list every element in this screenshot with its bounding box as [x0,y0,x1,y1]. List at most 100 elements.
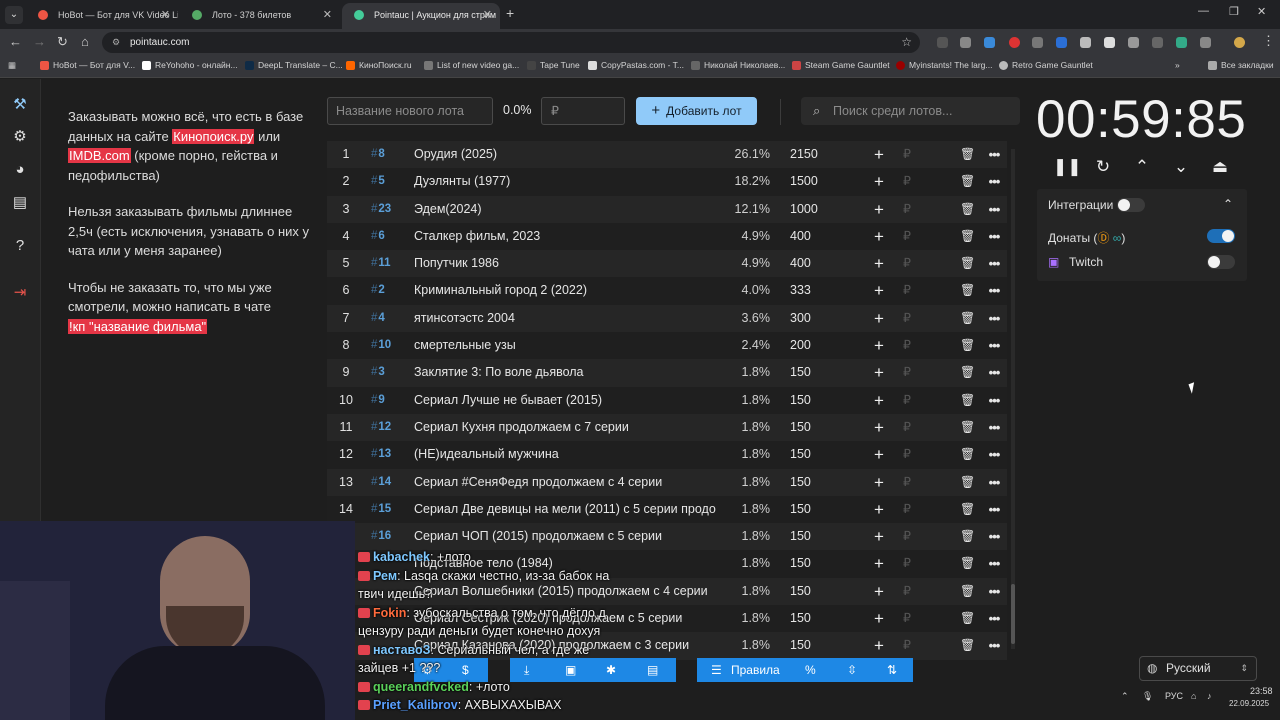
lot-amount[interactable]: 150 [790,550,840,577]
add-amount-icon[interactable]: + [872,550,886,577]
lot-amount[interactable]: 300 [790,305,840,332]
add-time-icon[interactable]: ⌃ [1131,157,1153,179]
add-amount-icon[interactable]: + [872,250,886,277]
currency-icon[interactable]: ₽ [901,605,913,632]
add-amount-icon[interactable]: + [872,223,886,250]
lot-row[interactable]: 3 #23 Эдем(2024) 12.1% 1000 + ₽ 🗑 ••• [327,195,1007,223]
lot-amount[interactable]: 150 [790,387,840,414]
lot-id[interactable]: #9 [371,387,401,414]
lot-id[interactable]: #15 [371,496,401,523]
imdb-link[interactable]: IMDB.com [68,148,131,163]
currency-icon[interactable]: ₽ [901,305,913,332]
lot-amount[interactable]: 400 [790,223,840,250]
tab-search-button[interactable]: ⌄ [5,6,23,24]
apps-grid-icon[interactable]: ▦ [8,60,16,71]
lot-row[interactable]: 13 #14 Сериал #СеняФедя продолжаем с 4 сер… [327,468,1007,496]
lot-amount[interactable]: 150 [790,605,840,632]
volume-icon[interactable]: ♪ [1207,691,1212,701]
more-options-icon[interactable]: ••• [986,250,1002,277]
scrollbar-thumb[interactable] [1011,584,1015,644]
forward-icon[interactable]: → [33,34,46,49]
extension-icon[interactable] [1152,37,1163,48]
maximize-window-icon[interactable]: ❐ [1229,5,1239,18]
bookmark-item[interactable]: Tape Tune [527,60,580,70]
lot-amount[interactable]: 2150 [790,141,840,168]
back-icon[interactable]: ← [9,34,22,49]
delete-lot-icon[interactable]: 🗑 [960,578,975,605]
lot-amount[interactable]: 400 [790,250,840,277]
lot-id[interactable]: #13 [371,441,401,468]
delete-lot-icon[interactable]: 🗑 [960,223,975,250]
currency-icon[interactable]: ₽ [901,441,913,468]
collapse-chevron-icon[interactable]: ⌃ [1223,197,1233,211]
extensions-puzzle-icon[interactable] [1200,37,1211,48]
lot-name[interactable]: ятинсотэстс 2004 [414,305,720,332]
more-options-icon[interactable]: ••• [986,441,1002,468]
lot-id[interactable]: #3 [371,359,401,386]
lot-name[interactable]: Орудия (2025) [414,141,720,168]
settings-gear-icon[interactable]: ⚙ [11,127,29,145]
add-amount-icon[interactable]: + [872,469,886,496]
bookmark-star-icon[interactable]: ☆ [901,32,912,53]
delete-lot-icon[interactable]: 🗑 [960,305,975,332]
lot-row[interactable]: 10 #9 Сериал Лучше не бывает (2015) 1.8% 150… [327,386,1007,414]
browser-menu-icon[interactable]: ⋮ [1262,33,1275,49]
new-lot-amount-input[interactable]: ₽ [541,97,625,125]
add-amount-icon[interactable]: + [872,359,886,386]
add-amount-icon[interactable]: + [872,141,886,168]
more-options-icon[interactable]: ••• [986,196,1002,223]
more-options-icon[interactable]: ••• [986,605,1002,632]
extension-icon[interactable] [960,37,971,48]
close-window-icon[interactable]: ✕ [1257,5,1266,18]
lot-row[interactable]: 11 #12 Сериал Кухня продолжаем с 7 серии 1.… [327,413,1007,442]
lot-row[interactable]: 14 #15 Сериал Две девицы на мели (2011) с … [327,495,1007,524]
lot-name[interactable]: Попутчик 1986 [414,250,720,277]
lot-name[interactable]: Заклятие 3: По воле дьявола [414,359,720,386]
wheel-pie-icon[interactable]: ◕ [11,161,29,179]
pause-icon[interactable]: ❚❚ [1053,157,1082,179]
delete-lot-icon[interactable]: 🗑 [960,441,975,468]
bookmark-item[interactable]: Николай Николаев... [691,60,785,70]
extension-icon[interactable] [1104,37,1115,48]
double-add-time-icon[interactable]: ⏏ [1209,157,1231,179]
currency-icon[interactable]: ₽ [901,469,913,496]
lot-name[interactable]: (НЕ)идеальный мужчина [414,441,720,468]
add-amount-icon[interactable]: + [872,496,886,523]
more-options-icon[interactable]: ••• [986,414,1002,441]
lot-amount[interactable]: 1000 [790,196,840,223]
currency-icon[interactable]: ₽ [901,550,913,577]
delete-lot-icon[interactable]: 🗑 [960,550,975,577]
reset-timer-icon[interactable]: ↻ [1092,157,1114,179]
more-options-icon[interactable]: ••• [986,305,1002,332]
lot-row[interactable]: 9 #3 Заклятие 3: По воле дьявола 1.8% 150 + ₽ 🗑… [327,359,1007,387]
kinopoisk-link[interactable]: Кинопоиск.ру [172,128,255,144]
url-input[interactable]: ⚙ pointauc.com ☆ [102,32,920,53]
keyboard-language[interactable]: РУС [1165,691,1183,701]
delete-lot-icon[interactable]: 🗑 [960,277,975,304]
save-icon[interactable]: ▣ [565,658,576,682]
browser-tab-pointauc[interactable]: Pointauc | Аукцион для стрим ✕ [342,3,500,29]
auction-hammer-icon[interactable]: ⚒ [11,95,29,113]
profile-avatar-icon[interactable] [1234,37,1245,48]
more-bookmarks-icon[interactable]: » [1175,60,1180,70]
add-amount-icon[interactable]: + [872,196,886,223]
lot-name[interactable]: смертельные узы [414,332,720,359]
logout-icon[interactable]: ⇥ [11,283,29,301]
lot-row[interactable]: 4 #6 Сталкер фильм, 2023 4.9% 400 + ₽ 🗑 ••• [327,222,1007,251]
twitch-toggle[interactable] [1207,255,1235,269]
clear-lots-icon[interactable]: ▤ [647,658,658,682]
lot-row[interactable]: 5 #11 Попутчик 1986 4.9% 400 + ₽ 🗑 ••• [327,250,1007,278]
delete-lot-icon[interactable]: 🗑 [960,168,975,195]
delete-lot-icon[interactable]: 🗑 [960,196,975,223]
new-tab-icon[interactable]: + [506,5,514,21]
lot-amount[interactable]: 150 [790,414,840,441]
lot-row[interactable]: 7 #4 ятинсотэстс 2004 3.6% 300 + ₽ 🗑 ••• [327,304,1007,333]
lot-row[interactable]: 6 #2 Криминальный город 2 (2022) 4.0% 333 + ₽ 🗑… [327,277,1007,305]
more-options-icon[interactable]: ••• [986,550,1002,577]
bookmark-item[interactable]: Myinstants! The larg... [896,60,992,70]
lot-name[interactable]: Сериал #СеняФедя продолжаем с 4 серии [414,469,720,496]
lot-amount[interactable]: 150 [790,469,840,496]
currency-icon[interactable]: ₽ [901,632,913,659]
delete-lot-icon[interactable]: 🗑 [960,605,975,632]
more-options-icon[interactable]: ••• [986,277,1002,304]
